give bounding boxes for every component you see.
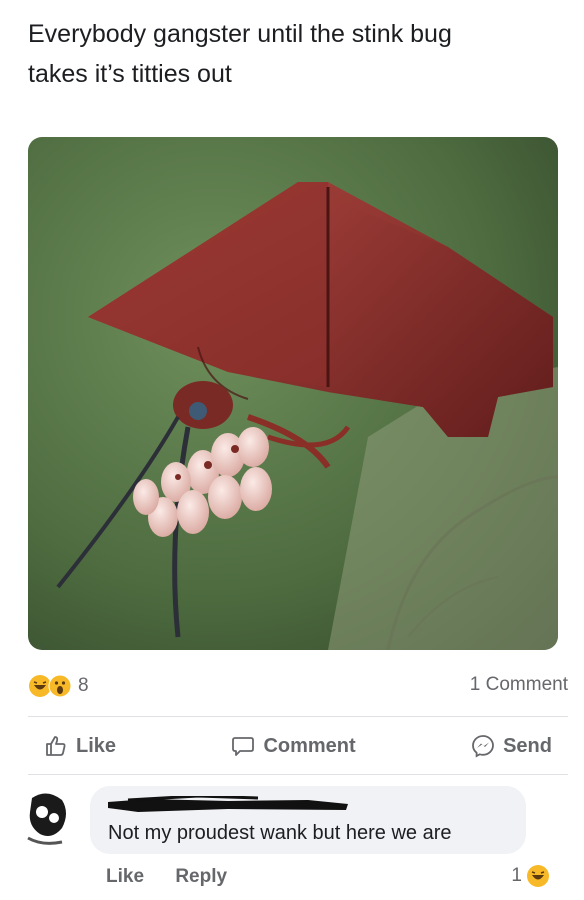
divider xyxy=(28,716,568,717)
divider xyxy=(28,774,568,775)
comment-reaction-count: 1 xyxy=(511,865,522,886)
like-button[interactable]: Like xyxy=(28,734,132,758)
comment-count-link[interactable]: 1 Comment xyxy=(470,674,568,696)
post-photo[interactable] xyxy=(28,137,558,650)
speech-bubble-icon xyxy=(232,737,255,756)
send-button[interactable]: Send xyxy=(455,734,568,758)
caption-line-2: takes it’s titties out xyxy=(28,60,232,88)
caption-line-1: Everybody gangster until the stink bug xyxy=(28,20,452,48)
comment-reactions[interactable]: 1 xyxy=(511,864,550,888)
post-actions: Like Comment Send xyxy=(28,720,568,772)
redacted-author-name xyxy=(108,796,348,812)
comment-like-button[interactable]: Like xyxy=(106,866,144,887)
comment-text: Not my proudest wank but here we are xyxy=(108,822,452,844)
messenger-icon xyxy=(472,735,494,758)
reaction-count: 8 xyxy=(78,675,89,696)
avatar[interactable] xyxy=(22,788,72,846)
haha-emoji-icon xyxy=(526,864,550,888)
wow-emoji-icon xyxy=(48,674,72,698)
send-label: Send xyxy=(503,734,552,757)
comment: Not my proudest wank but here we are Lik… xyxy=(18,782,578,900)
thumbs-up-icon xyxy=(46,736,66,756)
comment-actions: Like Reply xyxy=(106,866,253,888)
reaction-summary[interactable]: 8 xyxy=(28,674,89,698)
like-label: Like xyxy=(76,734,117,757)
comment-label: Comment xyxy=(263,734,356,757)
comment-button[interactable]: Comment xyxy=(215,734,371,758)
comment-reply-button[interactable]: Reply xyxy=(175,866,227,887)
post-stats: 8 1 Comment xyxy=(28,668,568,704)
post-caption: Everybody gangster until the stink bug t… xyxy=(28,14,568,94)
stink-bug-image xyxy=(28,137,558,650)
comment-bubble: Not my proudest wank but here we are xyxy=(90,786,526,854)
